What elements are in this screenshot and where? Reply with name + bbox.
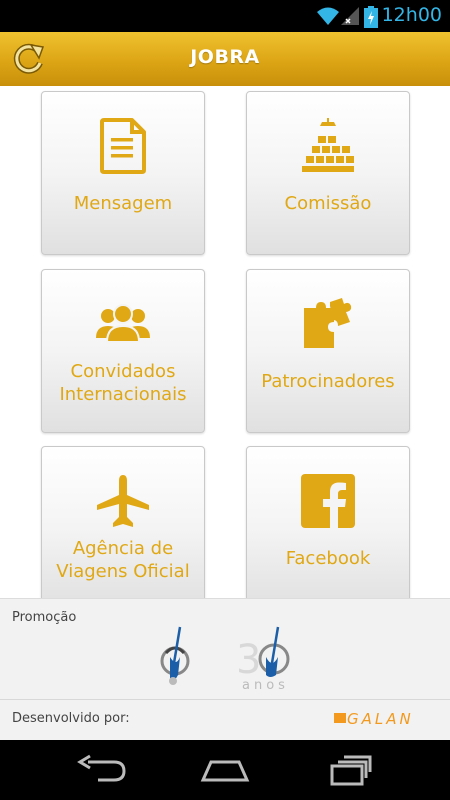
menu-item-label: Patrocinadores	[261, 371, 395, 392]
menu-item-label-line2: Internacionais	[59, 384, 187, 405]
footer: Promoção 3 anos Desenvolvido por: GALAN	[0, 598, 450, 741]
puzzle-icon	[304, 298, 352, 348]
menu-item-label: Convidados Internacionais	[42, 360, 204, 406]
menu-item-mensagem[interactable]: Mensagem	[41, 91, 205, 255]
menu-item-label: Agência de Viagens Oficial	[42, 537, 204, 583]
signal-icon	[341, 7, 359, 25]
airplane-icon	[97, 475, 149, 527]
footer-divider	[0, 699, 450, 700]
galan-logo: GALAN	[334, 710, 414, 728]
developer-label: Desenvolvido por:	[12, 711, 130, 726]
committee-icon	[302, 118, 354, 172]
people-icon	[96, 304, 150, 343]
menu-item-label-line1: Convidados	[70, 361, 176, 382]
status-bar: 12h00	[0, 0, 450, 32]
anos-text: anos	[242, 678, 289, 693]
menu-item-agencia[interactable]: Agência de Viagens Oficial	[41, 446, 205, 598]
navigation-bar	[0, 740, 450, 800]
menu-item-convidados[interactable]: Convidados Internacionais	[41, 269, 205, 433]
menu-grid: Mensagem Comissão Convidados Internacion…	[0, 86, 450, 598]
app-bar: JOBRA	[0, 32, 450, 87]
wifi-icon	[317, 7, 339, 25]
app-title: JOBRA	[190, 46, 260, 68]
battery-icon	[364, 6, 378, 28]
promo-logos: 3 anos	[160, 626, 290, 693]
facebook-icon	[301, 474, 355, 528]
recent-apps-icon[interactable]	[320, 754, 380, 786]
galan-text: GALAN	[347, 710, 414, 728]
home-icon[interactable]	[195, 754, 255, 786]
menu-item-label: Comissão	[284, 193, 372, 214]
menu-item-facebook[interactable]: Facebook	[246, 446, 410, 598]
svg-text:3: 3	[236, 637, 261, 683]
clock: 12h00	[381, 4, 442, 26]
menu-item-label-line1: Agência de	[72, 538, 174, 559]
document-icon	[100, 118, 146, 174]
menu-item-label: Mensagem	[73, 193, 173, 214]
menu-item-patrocinadores[interactable]: Patrocinadores	[246, 269, 410, 433]
jobra-logo	[160, 626, 190, 685]
menu-item-label-line2: Viagens Oficial	[56, 561, 190, 582]
menu-item-label: Facebook	[285, 548, 371, 569]
30-anos-logo: 3 anos	[236, 626, 290, 693]
back-icon[interactable]	[70, 754, 130, 786]
menu-item-comissao[interactable]: Comissão	[246, 91, 410, 255]
promo-label: Promoção	[12, 610, 77, 625]
